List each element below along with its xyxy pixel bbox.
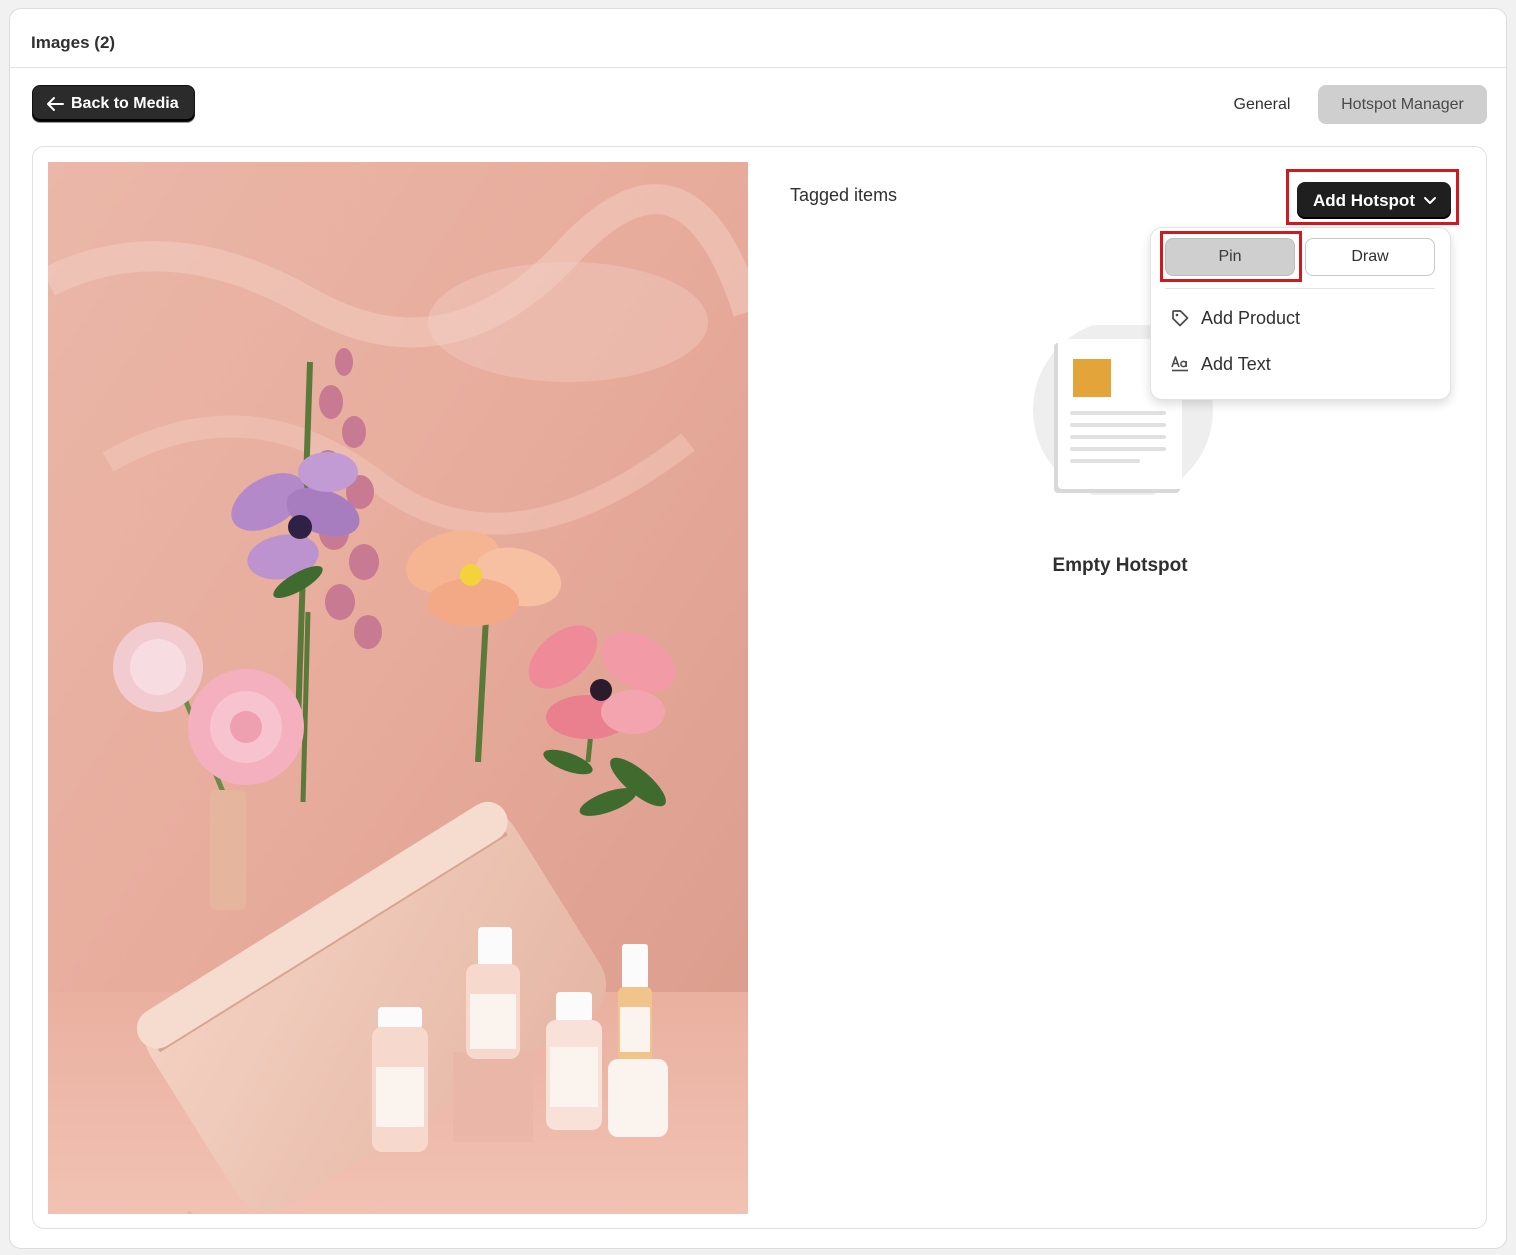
add-text-label: Add Text xyxy=(1201,353,1271,374)
add-product-label: Add Product xyxy=(1201,307,1301,328)
product-photo-graphic xyxy=(48,162,748,1214)
tagged-items-title: Tagged items xyxy=(790,185,898,205)
images-card: Images (2) Back to Media General Hotspot… xyxy=(9,8,1507,1249)
draw-mode-button[interactable]: Draw xyxy=(1305,238,1435,276)
card-title: Images (2) xyxy=(31,33,116,52)
dropdown-divider xyxy=(1165,288,1435,289)
add-product-menu-item[interactable]: Add Product xyxy=(1166,301,1436,335)
empty-hotspot-label: Empty Hotspot xyxy=(1052,555,1188,576)
hotspot-editor: Tagged items Add Hotspot Pin Draw Add Pr… xyxy=(32,146,1487,1229)
add-hotspot-button[interactable]: Add Hotspot xyxy=(1297,182,1451,219)
card-header: Images (2) xyxy=(10,9,1506,68)
pin-mode-button[interactable]: Pin xyxy=(1165,238,1295,276)
tag-icon xyxy=(1172,310,1189,327)
tab-hotspot-manager[interactable]: Hotspot Manager xyxy=(1318,85,1487,124)
add-hotspot-label: Add Hotspot xyxy=(1313,190,1415,210)
back-to-media-label: Back to Media xyxy=(71,94,179,112)
chevron-down-icon xyxy=(1423,196,1436,204)
product-image[interactable] xyxy=(48,162,748,1214)
arrow-left-icon xyxy=(47,96,64,111)
tab-general[interactable]: General xyxy=(1216,85,1308,124)
text-format-icon xyxy=(1171,356,1188,372)
back-to-media-button[interactable]: Back to Media xyxy=(32,85,195,122)
add-text-menu-item[interactable]: Add Text xyxy=(1166,347,1436,381)
